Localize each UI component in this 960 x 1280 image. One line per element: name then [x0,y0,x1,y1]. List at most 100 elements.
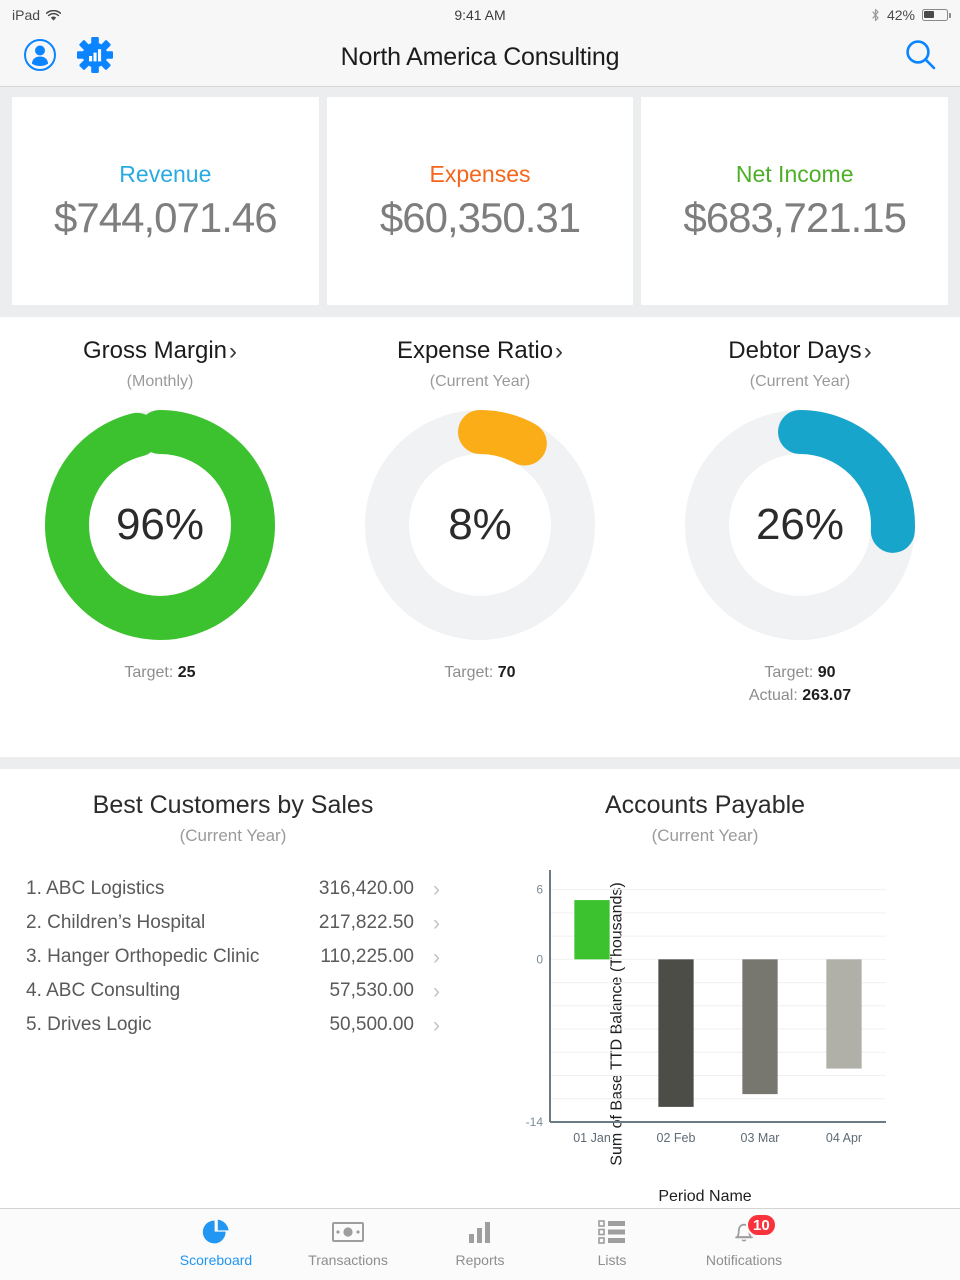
panel-subtitle: (Current Year) [179,826,287,845]
battery-icon [922,8,951,21]
kpi-card-revenue[interactable]: Revenue $744,071.46 [12,97,319,305]
battery-percent-label: 42% [886,6,915,23]
search-button[interactable] [902,36,940,79]
svg-text:6: 6 [536,883,543,897]
svg-text:-14: -14 [526,1115,544,1129]
chart-x-axis-label: Period Name [658,1188,752,1205]
donut-chart-debtor-days: 26% [680,405,920,645]
gauge-footer: Target: 70 [444,661,515,684]
gauge-title: Debtor Days [728,337,862,364]
kpi-value: $60,350.31 [379,193,581,241]
tab-bar: Scoreboard Transactions Reports Lists 10… [0,1208,960,1280]
customer-amount: 57,530.00 [329,980,414,1001]
svg-text:04 Apr: 04 Apr [826,1131,862,1145]
gauge-debtor-days[interactable]: Debtor Days › (Current Year) 26% Target:… [640,337,960,757]
gauge-target-label: Target: [444,664,494,681]
gauge-title-row[interactable]: Debtor Days › [728,337,871,365]
tab-scoreboard[interactable]: Scoreboard [150,1217,282,1268]
chevron-right-icon: › [863,338,872,365]
panel-title: Best Customers by Sales [92,791,374,819]
svg-text:0: 0 [536,952,543,966]
chevron-right-icon: › [555,338,564,365]
donut-chart-expense-ratio: 8% [360,405,600,645]
customer-name: 4. ABC Consulting [26,980,181,1001]
page-title: North America Consulting [340,43,620,71]
bar-chart[interactable]: Sum of Base TTD Balance (Thousands) 6 0 -1… [470,864,940,1184]
nav-bar-left-actions [20,35,114,80]
notification-badge: 10 [746,1213,777,1237]
list-item[interactable]: 2. Children’s Hospital 217,822.50 › [26,906,440,940]
customer-amount: 316,420.00 [318,878,414,899]
gauge-title: Expense Ratio [396,337,554,364]
kpi-card-net-income[interactable]: Net Income $683,721.15 [641,97,949,305]
tab-reports[interactable]: Reports [414,1217,546,1268]
list-item[interactable]: 4. ABC Consulting 57,530.00 › [26,974,440,1008]
tab-transactions[interactable]: Transactions [282,1217,414,1268]
gauge-actual-label: Actual: [748,687,798,705]
gauge-title-row[interactable]: Expense Ratio › [397,337,563,365]
donut-percent-label: 8% [448,500,512,549]
list-icon [598,1217,626,1247]
kpi-card-expenses[interactable]: Expenses $60,350.31 [326,97,634,305]
list-item[interactable]: 3. Hanger Orthopedic Clinic 110,225.00 › [26,940,440,974]
panel-title: Accounts Payable [604,791,806,819]
tab-lists[interactable]: Lists [546,1217,678,1268]
gauge-actual-value: 263.07 [802,687,852,705]
kpi-card-strip: Revenue $744,071.46 Expenses $60,350.31 … [0,87,960,317]
svg-text:03 Mar: 03 Mar [741,1131,780,1145]
gauge-target-row: Target: 70 [444,661,515,684]
customer-list: 1. ABC Logistics 316,420.00 › 2. Childre… [26,872,440,1042]
donut-chart-gross-margin: 96% [40,405,280,645]
gauge-target-row: Target: 25 [124,661,195,684]
gauge-footer: Target: 25 [124,661,195,684]
customer-amount: 217,822.50 [318,912,414,933]
chevron-right-icon: › [433,945,440,969]
tab-notifications[interactable]: 10 Notifications [678,1213,810,1268]
gauge-actual-row: Actual: 263.07 [749,684,851,707]
customer-name: 5. Drives Logic [26,1014,152,1035]
gauge-gross-margin[interactable]: Gross Margin › (Monthly) 96% Target: 25 [0,337,320,757]
status-bar-right: 42% [871,6,951,23]
bluetooth-icon [871,8,880,22]
gauge-title: Gross Margin [82,337,228,364]
list-item[interactable]: 5. Drives Logic 50,500.00 › [26,1008,440,1042]
customer-name: 1. ABC Logistics [26,878,165,899]
gauge-target-value: 25 [177,664,196,681]
tab-label: Notifications [705,1252,783,1268]
gauge-target-value: 90 [817,664,836,681]
tab-label: Transactions [308,1252,388,1268]
tab-label: Lists [597,1252,627,1268]
banknote-icon [332,1217,364,1247]
nav-bar: North America Consulting [0,29,960,87]
kpi-label: Net Income [735,160,854,187]
customer-name: 2. Children’s Hospital [26,912,206,933]
bar-chart-svg: 6 0 -14 01 Jan 02 Feb 03 Mar 04 Apr [526,870,886,1145]
gauge-period: (Current Year) [429,373,531,390]
gauge-period: (Monthly) [126,373,194,390]
kpi-value: $683,721.15 [683,193,907,241]
list-item[interactable]: 1. ABC Logistics 316,420.00 › [26,872,440,906]
gauge-expense-ratio[interactable]: Expense Ratio › (Current Year) 8% Target… [320,337,640,757]
gauge-target-value: 70 [497,664,516,681]
search-icon [902,40,940,78]
customer-amount: 110,225.00 [320,946,414,967]
person-circle-icon[interactable] [20,35,60,80]
gauge-target-label: Target: [764,664,814,681]
chevron-right-icon: › [433,877,440,901]
gauge-title-row[interactable]: Gross Margin › [83,337,237,365]
gear-chart-icon[interactable] [76,36,114,79]
battery-fill [924,10,935,19]
status-bar-clock: 9:41 AM [454,6,506,23]
donut-percent-label: 26% [755,500,845,549]
tab-label: Scoreboard [179,1252,253,1268]
chevron-right-icon: › [433,979,440,1003]
chevron-right-icon: › [229,338,238,365]
kpi-label: Revenue [119,160,212,187]
gauge-section: Gross Margin › (Monthly) 96% Target: 25 … [0,317,960,757]
gauge-target-label: Target: [124,664,174,681]
tab-label: Reports [455,1252,505,1268]
status-bar: iPad 9:41 AM 42% [0,0,960,29]
gauge-footer: Target: 90 Actual: 263.07 [749,661,851,707]
chevron-right-icon: › [433,911,440,935]
best-customers-panel: Best Customers by Sales (Current Year) 1… [0,769,470,1199]
